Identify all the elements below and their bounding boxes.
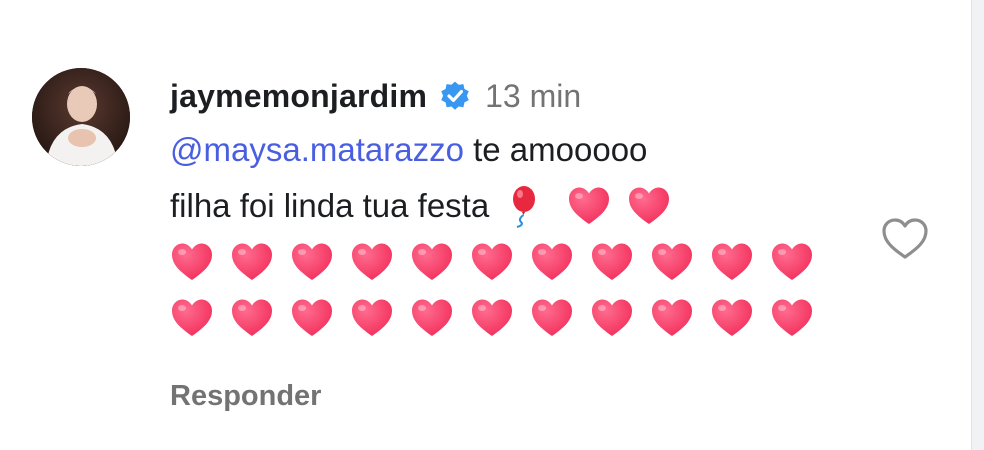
- heart-emoji-icon: [470, 297, 514, 339]
- heart-emoji-icon: [290, 241, 334, 283]
- comment-body: jaymemonjardim 13 min @maysa.matarazzo t…: [170, 72, 860, 346]
- comment-line-1: @maysa.matarazzo te amooooo: [170, 122, 860, 178]
- mention-link[interactable]: @maysa.matarazzo: [170, 122, 464, 178]
- comment-text-line-2: filha foi linda tua festa: [170, 187, 490, 224]
- comment-timestamp[interactable]: 13 min: [485, 78, 581, 115]
- heart-outline-icon: [882, 218, 928, 259]
- heart-emoji-icon: [590, 297, 634, 339]
- verified-badge-icon: [439, 80, 471, 112]
- heart-emoji-icon: [170, 297, 214, 339]
- reply-button[interactable]: Responder: [170, 380, 321, 413]
- heart-row-1: [170, 234, 860, 290]
- heart-row-2: [170, 290, 860, 346]
- heart-emoji-icon: [650, 241, 694, 283]
- scrollbar-track[interactable]: [971, 0, 984, 450]
- comment-text: @maysa.matarazzo te amooooo filha foi li…: [170, 122, 860, 346]
- heart-emoji-icon: [710, 241, 754, 283]
- heart-emoji-icon: [230, 297, 274, 339]
- heart-emoji-icon: [567, 185, 611, 227]
- username-link[interactable]: jaymemonjardim: [170, 78, 427, 115]
- heart-emoji-icon: [650, 297, 694, 339]
- heart-emoji-icon: [350, 297, 394, 339]
- comment-header: jaymemonjardim 13 min: [170, 72, 860, 120]
- like-comment-button[interactable]: [880, 216, 930, 262]
- heart-emoji-icon: [290, 297, 334, 339]
- heart-emoji-icon: [350, 241, 394, 283]
- heart-emoji-icon: [530, 297, 574, 339]
- comment-text-rest: te amooooo: [463, 131, 648, 168]
- heart-emoji-icon: [410, 241, 454, 283]
- heart-emoji-icon: [627, 185, 671, 227]
- avatar[interactable]: [32, 68, 130, 166]
- heart-emoji-icon: [770, 241, 814, 283]
- comment-line-2: filha foi linda tua festa: [170, 178, 860, 234]
- heart-emoji-icon: [410, 297, 454, 339]
- heart-emoji-icon: [470, 241, 514, 283]
- heart-emoji-icon: [770, 297, 814, 339]
- heart-emoji-icon: [170, 241, 214, 283]
- heart-emoji-icon: [590, 241, 634, 283]
- heart-emoji-icon: [710, 297, 754, 339]
- heart-emoji-icon: [230, 241, 274, 283]
- heart-emoji-icon: [530, 241, 574, 283]
- comment: jaymemonjardim 13 min @maysa.matarazzo t…: [0, 0, 960, 450]
- balloon-emoji-icon: [505, 184, 539, 228]
- avatar-image: [32, 68, 130, 166]
